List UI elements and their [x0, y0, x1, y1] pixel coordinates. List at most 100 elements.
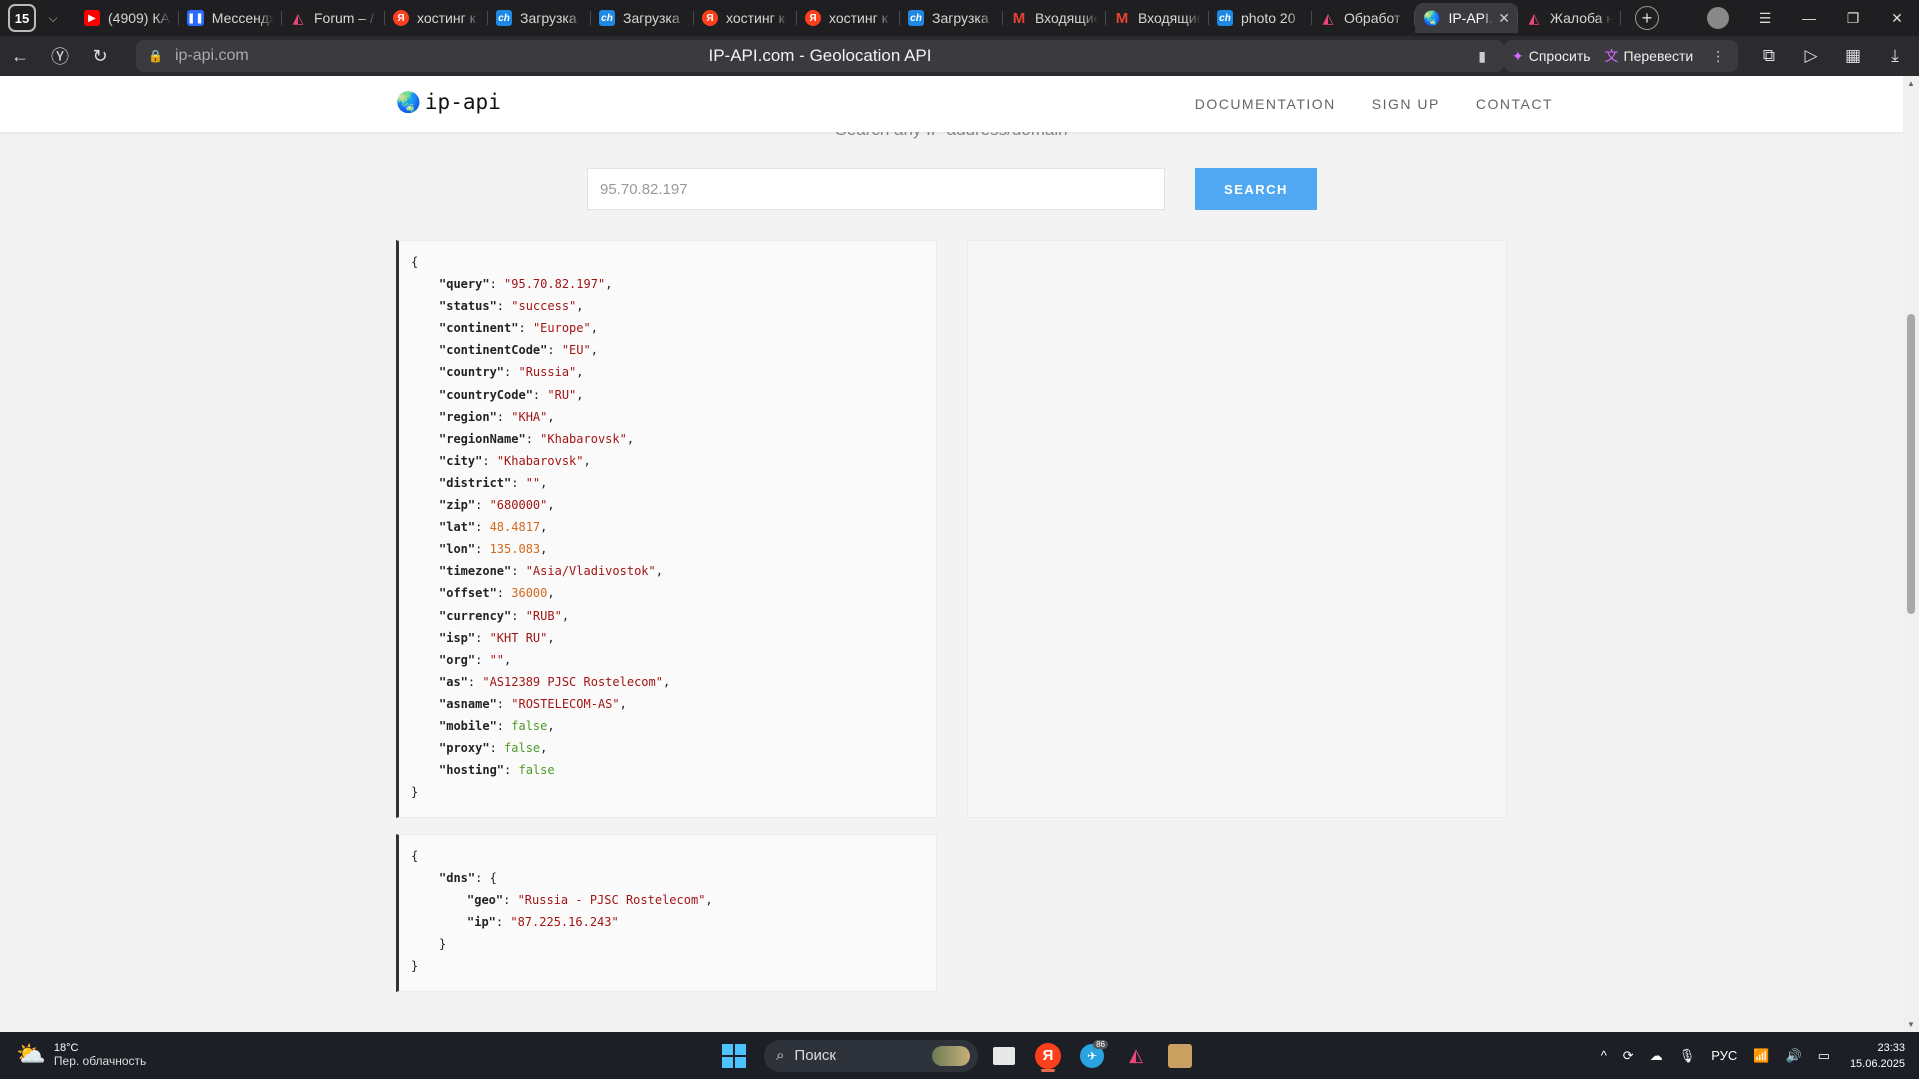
search-button[interactable]: SEARCH — [1195, 168, 1317, 210]
tab-label: Обработ — [1344, 10, 1401, 26]
yandex-home-button[interactable]: Ⓨ — [40, 36, 80, 76]
clock[interactable]: 23:33 15.06.2025 — [1850, 1040, 1905, 1072]
browser-toolbar: ← Ⓨ ↻ 🔒 ip-api.com IP-API.com - Geolocat… — [0, 36, 1919, 76]
more-options-icon[interactable]: ⋮ — [1711, 48, 1725, 65]
tab-label: Загрузка — [520, 10, 577, 26]
scrollbar-thumb[interactable] — [1907, 314, 1915, 614]
browser-tab[interactable]: ◭ Обработ — [1312, 3, 1415, 33]
json-line-continentcode: "continentCode": "EU", — [439, 343, 598, 358]
scroll-down-icon[interactable]: ▼ — [1903, 1020, 1919, 1029]
browser-tab[interactable]: Яхостинг к — [385, 3, 488, 33]
collections-icon[interactable]: ▦ — [1832, 46, 1874, 66]
tray-expand-icon[interactable]: ^ — [1601, 1048, 1607, 1063]
battery-icon[interactable]: ▭ — [1818, 1048, 1830, 1064]
nav-contact[interactable]: CONTACT — [1476, 96, 1553, 112]
yandex-browser-icon[interactable]: Я — [1030, 1038, 1066, 1073]
address-bar[interactable]: 🔒 ip-api.com IP-API.com - Geolocation AP… — [136, 40, 1504, 72]
page-scrollbar[interactable]: ▲ ▼ — [1903, 76, 1919, 1032]
bookmark-icon[interactable]: ▮ — [1478, 48, 1486, 65]
downloads-icon[interactable]: ⤓ — [1874, 46, 1916, 66]
json-value: "Asia/Vladivostok" — [525, 564, 656, 579]
json-value: "RUB" — [525, 608, 562, 623]
volume-icon[interactable]: 🔊 — [1785, 1048, 1801, 1064]
browser-tab[interactable]: ch Загрузка — [488, 3, 591, 33]
browser-tab[interactable]: ◭ Forum – / — [282, 3, 385, 33]
json-value: "AS12389 PJSC Rostelecom" — [482, 674, 663, 689]
json-value: "KHA" — [511, 409, 548, 424]
chevron-down-icon[interactable]: ⌵ — [40, 4, 66, 32]
json-result-panel: { "query": "95.70.82.197", "status": "suc… — [396, 240, 937, 818]
new-tab-button[interactable]: + — [1635, 6, 1659, 30]
browser-tab[interactable]: ▶ (4909) КА — [76, 3, 179, 33]
site-header: 🌏 ip-api DOCUMENTATION SIGN UP CONTACT — [0, 76, 1903, 132]
json-key: "regionName" — [439, 431, 526, 446]
yandex-icon: Я — [805, 10, 821, 26]
browser-tab[interactable]: ch Загрузка — [591, 3, 694, 33]
translate-button[interactable]: 文 Перевести — [1605, 46, 1694, 66]
task-view-icon[interactable] — [986, 1038, 1022, 1073]
language-indicator[interactable]: РУС — [1711, 1048, 1737, 1063]
menu-icon[interactable]: ☰ — [1743, 10, 1787, 27]
restore-button[interactable]: ❐ — [1831, 10, 1875, 27]
nav-sign-up[interactable]: SIGN UP — [1372, 96, 1440, 112]
onedrive-icon[interactable]: ☁ — [1650, 1048, 1663, 1064]
tab-label: Forum – / — [314, 10, 374, 26]
json-line-as: "as": "AS12389 PJSC Rostelecom", — [439, 674, 671, 689]
browser-tab[interactable]: ◭ Жалоба н — [1518, 3, 1621, 33]
json-line-asname: "asname": "ROSTELECOM-AS", — [439, 696, 627, 711]
browser-tab[interactable]: ch Загрузка — [900, 3, 1003, 33]
close-window-button[interactable]: ✕ — [1875, 10, 1919, 27]
browser-tab[interactable]: ch photo 20 — [1209, 3, 1312, 33]
media-player-icon[interactable]: ▷ — [1790, 46, 1832, 66]
browser-tab[interactable]: M Входящие — [1003, 3, 1106, 33]
browser-tab[interactable]: 🌏 IP-API. ✕ — [1415, 3, 1518, 33]
scroll-up-icon[interactable]: ▲ — [1903, 79, 1919, 88]
json-value: 48.4817 — [489, 520, 541, 535]
windows-taskbar: ⛅ 18°C Пер. облачность ⌕ Поиск Я ✈ 86 ◭ ^… — [0, 1032, 1919, 1079]
microphone-icon[interactable]: 🎙 — [1679, 1048, 1696, 1064]
json-line-zip: "zip": "680000", — [439, 498, 555, 513]
tab-label: Входящие — [1138, 10, 1201, 26]
browser-tab[interactable]: M Входящие — [1106, 3, 1209, 33]
json-key: "city" — [439, 453, 483, 468]
game-app-icon[interactable] — [1162, 1038, 1198, 1073]
map-panel[interactable] — [967, 240, 1507, 818]
json-value: "Khabarovsk" — [496, 453, 584, 468]
close-tab-icon[interactable]: ✕ — [1498, 10, 1510, 27]
art-app-icon[interactable]: ◭ — [1118, 1038, 1154, 1073]
json-lines: "query": "95.70.82.197", "status": "succe… — [411, 273, 924, 781]
url-text: ip-api.com — [174, 47, 249, 64]
windows-start-icon[interactable] — [722, 1043, 746, 1068]
system-tray: ^ ⟳ ☁ 🎙 РУС 📶 🔊 ▭ 23:33 15.06.2025 — [1593, 1032, 1919, 1079]
weather-widget[interactable]: ⛅ 18°C Пер. облачность — [16, 1040, 146, 1069]
ip-search-input[interactable] — [587, 168, 1165, 210]
profile-avatar[interactable] — [1707, 7, 1729, 29]
json-brace-open: { — [411, 255, 419, 269]
browser-tab[interactable]: ❚❚ Мессенджер — [179, 3, 282, 33]
nav-documentation[interactable]: DOCUMENTATION — [1195, 96, 1336, 112]
json-value: "Khabarovsk" — [540, 431, 627, 446]
json-key: "hosting" — [439, 763, 505, 778]
sync-icon[interactable]: ⟳ — [1623, 1048, 1634, 1064]
tab-label: IP-API. — [1448, 10, 1493, 26]
browser-tab[interactable]: Яхостинг к — [694, 3, 797, 33]
tab-label: Загрузка — [932, 10, 989, 26]
json-line-countrycode: "countryCode": "RU", — [439, 387, 584, 402]
back-button[interactable]: ← — [0, 36, 40, 76]
telegram-icon[interactable]: ✈ 86 — [1074, 1038, 1110, 1073]
site-logo[interactable]: 🌏 ip-api — [396, 90, 501, 114]
taskbar-search[interactable]: ⌕ Поиск — [764, 1039, 978, 1072]
wifi-icon[interactable]: 📶 — [1753, 1048, 1769, 1064]
tab-count-button[interactable]: 15 — [8, 4, 36, 32]
json-key: "mobile" — [439, 718, 497, 733]
page-title: IP-API.com - Geolocation API — [708, 46, 932, 65]
json-line-status: "status": "success", — [439, 299, 584, 314]
browser-tab[interactable]: Яхостинг к — [797, 3, 900, 33]
json-value: "ROSTELECOM-AS" — [511, 696, 620, 711]
extensions-icon[interactable]: ⧉ — [1748, 46, 1790, 66]
reload-button[interactable]: ↻ — [80, 36, 120, 76]
json-value: "KHT RU" — [489, 630, 548, 645]
minimize-button[interactable]: — — [1787, 10, 1831, 26]
ask-button[interactable]: ✦ Спросить — [1512, 48, 1591, 65]
json-value: "680000" — [489, 498, 548, 513]
